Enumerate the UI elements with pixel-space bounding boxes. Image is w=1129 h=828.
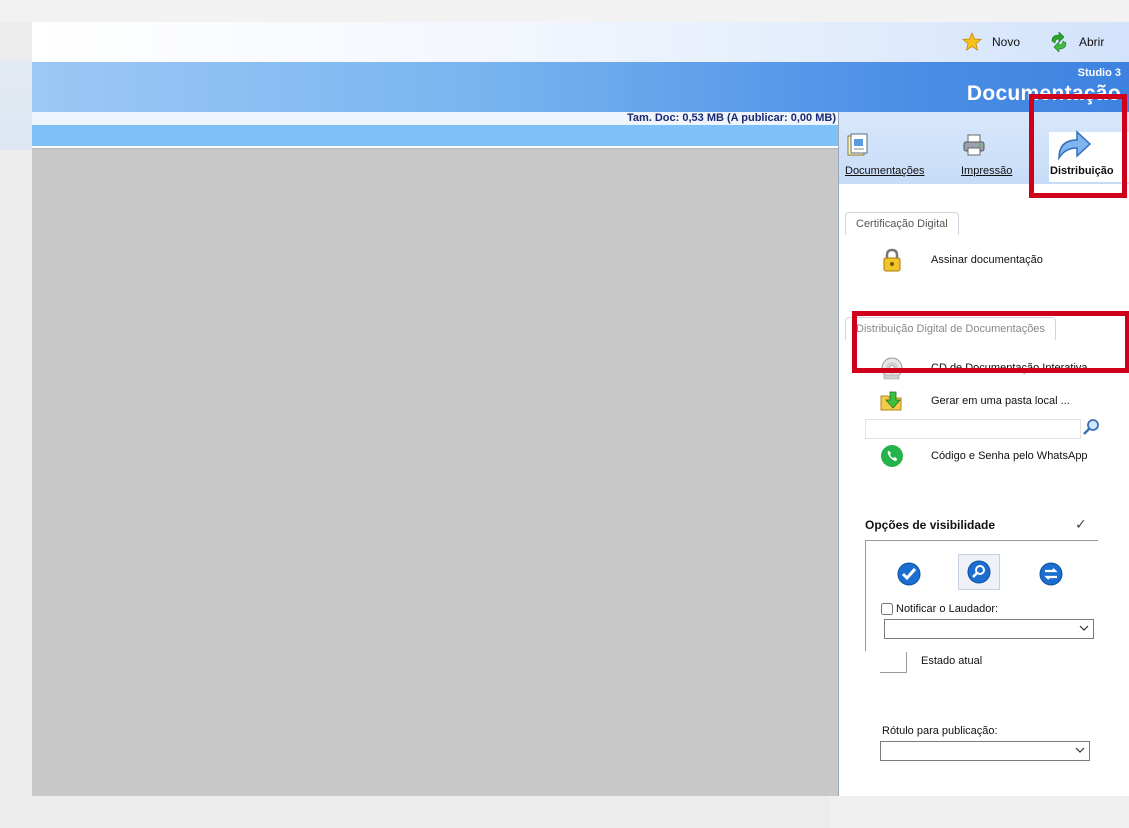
sign-documentation-action[interactable]: Assinar documentação xyxy=(879,246,1043,274)
banner-title: Documentação xyxy=(966,82,1121,105)
folder-arrow-icon xyxy=(880,391,902,411)
document-workarea[interactable] xyxy=(32,148,838,796)
swap-circle-icon[interactable] xyxy=(1038,561,1064,587)
checkmark-icon[interactable]: ✓ xyxy=(1075,516,1087,533)
desktop-background-bottom xyxy=(830,796,1129,828)
cd-documentation-action[interactable]: CD de Documentação Interativa ... xyxy=(879,354,1100,382)
tab-documentacoes[interactable]: Documentações xyxy=(845,132,935,182)
top-toolbar: Novo Abrir xyxy=(32,22,1129,62)
distribution-group-tab[interactable]: Distribuição Digital de Documentações xyxy=(845,317,1056,340)
new-button[interactable]: Novo xyxy=(962,32,1020,52)
tab-documentacoes-label: Documentações xyxy=(845,165,925,177)
whatsapp-code-action[interactable]: Código e Senha pelo WhatsApp xyxy=(879,442,1088,470)
notify-reporter-select[interactable] xyxy=(884,619,1094,639)
open-button[interactable]: Abrir xyxy=(1049,32,1104,52)
cd-documentation-label: CD de Documentação Interativa ... xyxy=(931,362,1100,374)
desktop-background-left xyxy=(0,60,32,150)
notify-reporter-label: Notificar o Laudador: xyxy=(896,603,999,615)
document-size-text: Tam. Doc: 0,53 MB (A publicar: 0,00 MB) xyxy=(626,112,836,124)
notify-reporter-option[interactable]: Notificar o Laudador: xyxy=(881,603,998,615)
visibility-options-title[interactable]: Opções de visibilidade xyxy=(865,518,995,532)
banner-subtitle: Studio 3 xyxy=(1077,67,1121,79)
search-circle-icon xyxy=(967,560,991,584)
distribution-group-label: Distribuição Digital de Documentações xyxy=(856,323,1045,335)
publication-label-select[interactable] xyxy=(880,741,1090,761)
header-banner: Studio 3 Documentação xyxy=(32,62,1129,112)
tab-impressao[interactable]: Impressão xyxy=(961,132,1031,182)
check-circle-icon[interactable] xyxy=(896,561,922,587)
certification-group-tab[interactable]: Certificação Digital xyxy=(845,212,959,235)
current-state-label: Estado atual xyxy=(921,655,983,667)
open-button-label: Abrir xyxy=(1079,35,1105,49)
tab-impressao-label: Impressão xyxy=(961,165,1013,177)
application-window: Novo Abrir Studio 3 Documentação Tam. Do… xyxy=(32,22,1129,796)
certification-group-label: Certificação Digital xyxy=(856,218,948,230)
tab-distribuicao-label: Distribuição xyxy=(1050,165,1114,177)
publication-label-caption: Rótulo para publicação: xyxy=(882,725,998,737)
right-side-panel: Documentações Impressão Distribuição Cer… xyxy=(838,112,1129,796)
sign-documentation-label: Assinar documentação xyxy=(931,254,1043,266)
distribution-search-input[interactable] xyxy=(865,419,1081,439)
share-arrow-icon xyxy=(1058,130,1092,161)
tab-distribuicao[interactable]: Distribuição xyxy=(1049,130,1129,182)
current-state-indicator xyxy=(880,652,907,673)
magnifier-icon[interactable] xyxy=(1081,417,1101,437)
visibility-search-option[interactable] xyxy=(958,554,1000,590)
notify-reporter-checkbox[interactable] xyxy=(881,603,893,615)
local-folder-label: Gerar em uma pasta local ... xyxy=(931,395,1070,407)
padlock-icon xyxy=(883,248,901,272)
chevron-down-icon xyxy=(1079,625,1089,631)
document-status-line: Tam. Doc: 0,53 MB (A publicar: 0,00 MB) xyxy=(32,112,838,125)
chevron-down-icon xyxy=(1075,747,1085,753)
whatsapp-icon xyxy=(881,445,903,467)
new-button-label: Novo xyxy=(992,35,1021,49)
cd-icon xyxy=(881,357,903,380)
open-arrows-icon xyxy=(1051,32,1067,52)
printer-icon xyxy=(963,134,985,156)
documents-icon xyxy=(847,133,868,156)
star-icon xyxy=(962,32,982,51)
desktop-background-top xyxy=(0,0,1129,22)
document-header-bar xyxy=(32,125,838,146)
local-folder-action[interactable]: Gerar em uma pasta local ... xyxy=(879,387,1070,415)
whatsapp-code-label: Código e Senha pelo WhatsApp xyxy=(931,450,1088,462)
